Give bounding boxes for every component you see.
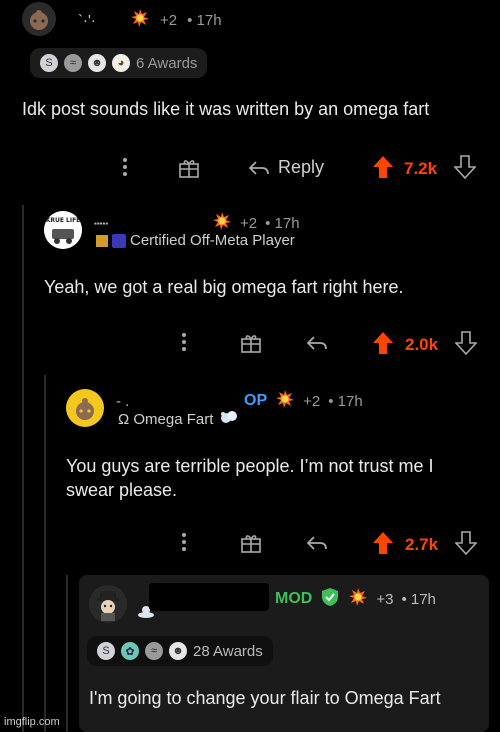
- upvote-icon[interactable]: [372, 331, 394, 360]
- user-flair: Ω Omega Fart: [118, 411, 214, 428]
- username[interactable]: ▪▪▪▪▪: [94, 219, 204, 228]
- awards-label: 28 Awards: [193, 642, 263, 660]
- thread-line-1: [22, 205, 24, 732]
- user-avatar[interactable]: [66, 389, 104, 427]
- reply-label: Reply: [278, 157, 325, 177]
- reply-arrow-icon[interactable]: [306, 534, 328, 557]
- comment-actions: 2.7k: [0, 530, 500, 558]
- username[interactable]: `·'·: [78, 12, 108, 29]
- silver-award-icon: S: [97, 642, 115, 660]
- more-options-icon[interactable]: [122, 157, 128, 182]
- reply-button[interactable]: Reply: [248, 157, 324, 178]
- mod-shield-icon: [320, 587, 340, 611]
- comment-actions: Reply 7.2k: [112, 155, 482, 183]
- award-burst-icon: [275, 389, 295, 413]
- op-badge: OP: [244, 392, 268, 409]
- timestamp: • 17h: [265, 214, 300, 232]
- snoo-icon: [76, 398, 94, 420]
- comment-body-line: You guys are terrible people. I’m not tr…: [66, 456, 434, 476]
- fart-award-icon: ≈: [64, 54, 82, 72]
- svg-text:KRUE LIFE: KRUE LIFE: [46, 217, 81, 224]
- upvote-icon[interactable]: [372, 155, 394, 184]
- vote-score: 2.0k: [405, 335, 439, 354]
- more-options-icon[interactable]: [181, 332, 187, 357]
- dog-award-icon: ◕: [112, 54, 130, 72]
- timestamp: • 17h: [401, 590, 436, 608]
- reply-arrow-icon: [248, 160, 269, 175]
- comment-actions: 2.0k: [0, 330, 500, 358]
- downvote-icon[interactable]: [454, 331, 478, 360]
- username[interactable]: - .: [116, 393, 236, 410]
- downvote-icon[interactable]: [454, 531, 478, 560]
- vote-score: 7.2k: [404, 159, 438, 178]
- awards-bar[interactable]: S ✿ ≈ ☻ 28 Awards: [87, 636, 273, 666]
- reply-arrow-icon[interactable]: [306, 334, 328, 357]
- comment-body: I'm going to change your flair to Omega …: [89, 688, 441, 708]
- wholesome-award-icon: ✿: [121, 642, 139, 660]
- give-award-icon[interactable]: [240, 532, 262, 559]
- snoo-icon: [30, 10, 48, 30]
- award-count: +3: [376, 590, 394, 608]
- comment-body: Idk post sounds like it was written by a…: [22, 99, 430, 119]
- give-award-icon[interactable]: [240, 332, 262, 359]
- award-burst-icon: [130, 8, 150, 32]
- user-avatar[interactable]: [22, 2, 56, 36]
- silver-award-icon: S: [40, 54, 58, 72]
- award-count: +2: [240, 214, 258, 232]
- flair-star-icon: [112, 233, 126, 248]
- comment-body-line: swear please.: [66, 480, 178, 500]
- comment-4: MOD +3 • 17h S ✿ ≈ ☻ 28 Awards I'm going…: [79, 575, 489, 732]
- timestamp: • 17h: [187, 11, 222, 29]
- thread-line-3: [66, 575, 68, 732]
- give-award-icon[interactable]: [178, 157, 200, 184]
- award-burst-icon: [348, 587, 368, 611]
- user-avatar[interactable]: [89, 585, 127, 623]
- downvote-icon[interactable]: [453, 155, 477, 184]
- timestamp: • 17h: [328, 392, 363, 410]
- flair-icon: [96, 234, 108, 247]
- mod-avatar-icon: [97, 591, 119, 621]
- more-options-icon[interactable]: [181, 532, 187, 557]
- fart-award-icon: ≈: [145, 642, 163, 660]
- user-avatar[interactable]: KRUE LIFE: [44, 211, 82, 249]
- watermark: imgflip.com: [4, 716, 60, 728]
- redacted-username: [149, 583, 269, 611]
- award-count: +2: [303, 392, 321, 410]
- mod-badge: MOD: [275, 590, 313, 607]
- laugh-award-icon: ☻: [169, 642, 187, 660]
- comment-body: Yeah, we got a real big omega fart right…: [44, 277, 404, 297]
- user-flair: Certified Off-Meta Player: [130, 232, 295, 249]
- fart-cloud-icon: [219, 409, 239, 430]
- awards-label: 6 Awards: [136, 54, 198, 72]
- laugh-award-icon: ☻: [88, 54, 106, 72]
- award-count: +2: [160, 11, 178, 29]
- vote-score: 2.7k: [405, 535, 439, 554]
- comment-body: You guys are terrible people. I’m not tr…: [66, 454, 434, 502]
- awards-bar[interactable]: S ≈ ☻ ◕ 6 Awards: [30, 48, 208, 78]
- krue-life-logo-icon: KRUE LIFE: [44, 211, 82, 249]
- upvote-icon[interactable]: [372, 531, 394, 560]
